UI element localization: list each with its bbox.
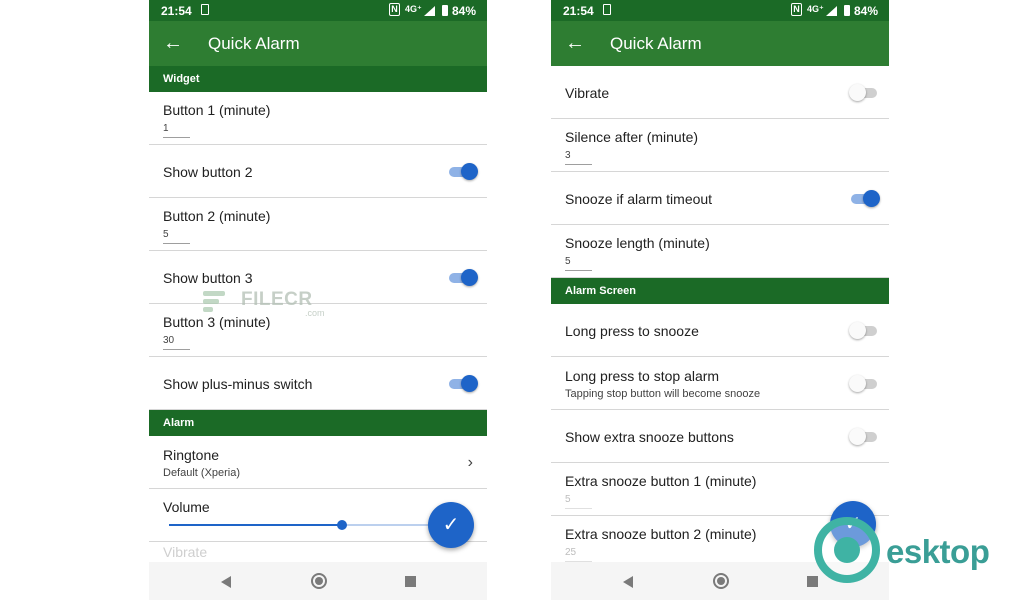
show-plus-minus-setting[interactable]: Show plus-minus switch (149, 357, 487, 410)
filecr-logo-icon (201, 289, 229, 315)
section-header-alarm-screen: Alarm Screen (551, 278, 889, 304)
status-time: 21:54 (161, 4, 192, 18)
show-button2-setting[interactable]: Show button 2 (149, 145, 487, 198)
button2-value[interactable]: 5 (163, 229, 190, 244)
settings-list: Vibrate Silence after (minute) 3 Snooze … (551, 66, 889, 562)
signal-icon (424, 6, 435, 16)
show-button3-toggle[interactable] (449, 269, 478, 286)
battery-percent: 84% (452, 4, 477, 18)
long-press-stop-toggle[interactable] (849, 375, 877, 392)
battery-icon (442, 5, 448, 16)
button2-label: Button 2 (minute) (163, 208, 271, 224)
app-bar: ← Quick Alarm (149, 21, 487, 66)
battery-percent: 84% (854, 4, 879, 18)
button1-setting[interactable]: Button 1 (minute) 1 (149, 92, 487, 145)
nav-home-icon[interactable] (311, 573, 327, 589)
nfc-icon: N (389, 3, 400, 16)
long-press-stop-label: Long press to stop alarm (565, 368, 720, 384)
desktop-watermark-text: esktop (886, 533, 990, 570)
button3-value[interactable]: 30 (163, 335, 190, 350)
ringtone-label: Ringtone (163, 447, 220, 463)
extra-snooze-1-label: Extra snooze button 1 (minute) (565, 473, 757, 489)
network-type: 4G⁺ (405, 4, 422, 14)
check-icon: ✓ (442, 514, 460, 536)
volume-label: Volume (163, 499, 210, 515)
app-bar: ← Quick Alarm (551, 21, 889, 66)
confirm-fab-button[interactable]: ✓ (428, 502, 474, 548)
show-button3-label: Show button 3 (163, 270, 253, 286)
snooze-length-label: Snooze length (minute) (565, 235, 710, 251)
long-press-snooze-label: Long press to snooze (565, 323, 699, 339)
long-press-stop-subtitle: Tapping stop button will become snooze (565, 388, 761, 400)
nav-back-icon[interactable] (623, 576, 633, 588)
system-nav-bar (149, 562, 487, 600)
app-title: Quick Alarm (610, 34, 702, 53)
long-press-snooze-setting[interactable]: Long press to snooze (551, 304, 889, 357)
vibrate-toggle[interactable] (849, 84, 877, 101)
extra-snooze-label: Show extra snooze buttons (565, 429, 734, 445)
snooze-timeout-toggle[interactable] (851, 190, 880, 207)
show-button2-toggle[interactable] (449, 163, 478, 180)
silence-after-label: Silence after (minute) (565, 129, 699, 145)
chevron-right-icon: › (467, 454, 473, 471)
extra-snooze-2-label: Extra snooze button 2 (minute) (565, 526, 757, 542)
snooze-length-value[interactable]: 5 (565, 256, 592, 271)
status-bar: 21:54 N 4G⁺ 84% (551, 0, 889, 21)
vibrate-setting[interactable]: Vibrate (551, 66, 889, 119)
status-time: 21:54 (563, 4, 594, 18)
section-header-alarm: Alarm (149, 410, 487, 436)
ringtone-value: Default (Xperia) (163, 467, 241, 479)
signal-icon (826, 6, 837, 16)
nav-recent-icon[interactable] (405, 576, 416, 587)
show-plus-minus-label: Show plus-minus switch (163, 376, 313, 392)
vibrate-setting-partial: Vibrate (149, 542, 487, 562)
status-bar: 21:54 N 4G⁺ 84% (149, 0, 487, 21)
extra-snooze-toggle[interactable] (849, 428, 877, 445)
extra-snooze-setting[interactable]: Show extra snooze buttons (551, 410, 889, 463)
silence-after-setting[interactable]: Silence after (minute) 3 (551, 119, 889, 172)
show-button2-label: Show button 2 (163, 164, 253, 180)
button1-value[interactable]: 1 (163, 123, 190, 138)
nav-back-icon[interactable] (221, 576, 231, 588)
right-phone-screen: 21:54 N 4G⁺ 84% ← Quick Alarm Vibrate Si… (551, 0, 889, 600)
app-title: Quick Alarm (208, 34, 300, 53)
extra-snooze-1-value: 5 (565, 494, 592, 509)
desktop-watermark: esktop (814, 515, 1024, 585)
vibrate-label: Vibrate (565, 85, 610, 101)
snooze-length-setting[interactable]: Snooze length (minute) 5 (551, 225, 889, 278)
show-plus-minus-toggle[interactable] (449, 375, 478, 392)
extra-snooze-2-value: 25 (565, 547, 592, 562)
volume-slider-fill (169, 524, 342, 526)
sim-card-icon (603, 4, 611, 15)
long-press-stop-setting[interactable]: Long press to stop alarm Tapping stop bu… (551, 357, 889, 410)
nav-home-icon[interactable] (713, 573, 729, 589)
long-press-snooze-toggle[interactable] (849, 322, 877, 339)
ringtone-setting[interactable]: Ringtone Default (Xperia) › (149, 436, 487, 489)
arrow-left-icon[interactable]: ← (163, 31, 183, 55)
volume-slider-thumb[interactable] (336, 520, 347, 530)
sim-card-icon (201, 4, 209, 15)
snooze-timeout-setting[interactable]: Snooze if alarm timeout (551, 172, 889, 225)
battery-icon (844, 5, 850, 16)
filecr-watermark-text: FILECR (241, 289, 313, 310)
arrow-left-icon[interactable]: ← (565, 31, 585, 55)
section-header-widget: Widget (149, 66, 487, 92)
button2-setting[interactable]: Button 2 (minute) 5 (149, 198, 487, 251)
snooze-timeout-label: Snooze if alarm timeout (565, 191, 713, 207)
volume-slider[interactable] (169, 520, 431, 530)
filecr-watermark: FILECR .com (201, 286, 341, 320)
desktop-logo-core-icon (834, 537, 860, 563)
filecr-watermark-suffix: .com (305, 308, 325, 318)
vibrate-label-partial: Vibrate (163, 544, 208, 560)
network-type: 4G⁺ (807, 4, 824, 14)
button1-label: Button 1 (minute) (163, 102, 271, 118)
silence-after-value[interactable]: 3 (565, 150, 592, 165)
nfc-icon: N (791, 3, 802, 16)
